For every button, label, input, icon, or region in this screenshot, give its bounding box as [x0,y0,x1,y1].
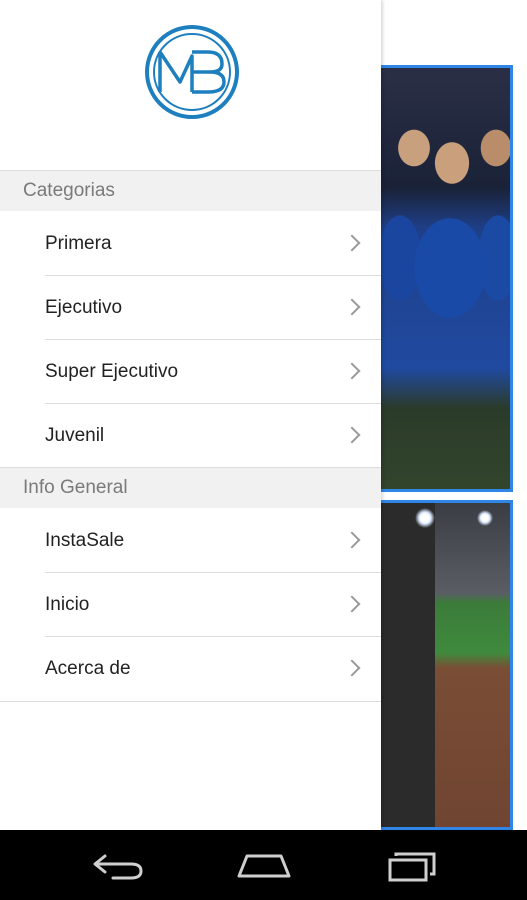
menu-item-acerca-de[interactable]: Acerca de [0,637,381,701]
menu-item-ejecutivo[interactable]: Ejecutivo [0,276,381,340]
menu-item-label: Super Ejecutivo [45,361,179,382]
menu-item-label: Ejecutivo [45,297,123,318]
team-photo[interactable] [380,65,513,492]
menu-item-juvenil[interactable]: Juvenil [0,404,381,468]
chevron-right-icon [343,595,361,613]
menu-item-inicio[interactable]: Inicio [0,573,381,637]
menu-item-super-ejecutivo[interactable]: Super Ejecutivo [0,340,381,404]
section-header-info-general: Info General [0,468,381,508]
chevron-right-icon [343,362,361,380]
home-icon[interactable] [229,842,299,888]
system-navigation-bar [0,830,527,900]
section-header-categorias: Categorias [0,171,381,211]
chevron-right-icon [343,426,361,444]
navigation-drawer: Categorias Primera Ejecutivo Super Ejecu… [0,0,381,830]
chevron-right-icon [343,234,361,252]
chevron-right-icon [343,298,361,316]
chevron-right-icon [343,531,361,549]
menu-item-label: Acerca de [45,658,131,679]
recent-apps-icon[interactable] [378,842,448,888]
chevron-right-icon [343,659,361,677]
menu-item-primera[interactable]: Primera [0,212,381,276]
back-icon[interactable] [83,842,153,888]
menu-item-label: Inicio [45,594,90,615]
field-photo[interactable] [380,500,513,830]
list-bottom-divider [0,701,381,702]
menu-item-label: InstaSale [45,530,125,551]
logo-icon [144,24,240,120]
menu-item-label: Primera [45,233,112,254]
menu-item-instasale[interactable]: InstaSale [0,509,381,573]
menu-item-label: Juvenil [45,425,105,446]
